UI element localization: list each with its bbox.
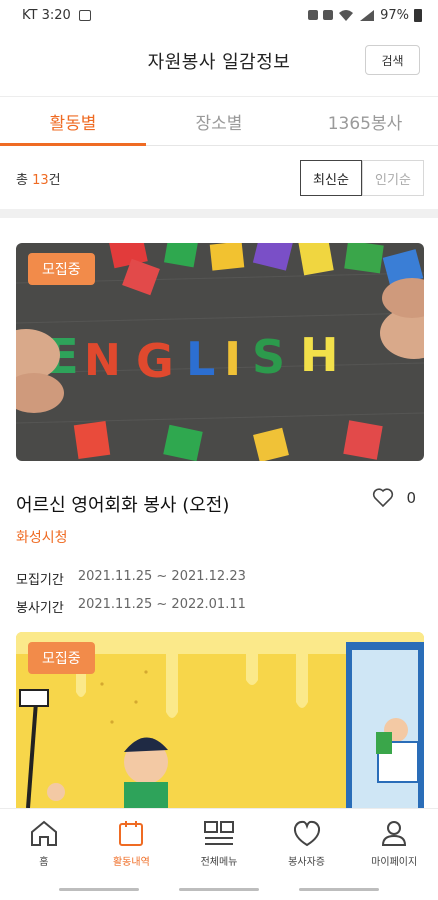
nav-all-menu-label: 전체메뉴 — [200, 857, 238, 868]
recruit-period-value: 2021.11.25 ~ 2021.12.23 — [77, 569, 246, 584]
card-title[interactable]: 어르신 영어회화 봉사 (오전) — [16, 491, 424, 517]
nav-my-page-label: 마이페이지 — [371, 857, 418, 868]
bottom-navigation: 홈 활동내역 전체메뉴 봉사자증 마이페이지 — [0, 808, 438, 878]
battery-percent: 97% — [380, 7, 409, 23]
nav-volunteer-card[interactable]: 봉사자증 — [263, 809, 351, 878]
gesture-line-left — [59, 887, 139, 891]
nav-activity-history[interactable]: 활동내역 — [88, 809, 176, 878]
calendar-icon — [119, 821, 144, 846]
page-title: 자원봉사 일감정보 — [147, 52, 291, 73]
card-periods: 모집기간 2021.11.25 ~ 2021.12.23 봉사기간 2021.1… — [16, 569, 424, 616]
search-button[interactable]: 검색 — [365, 45, 420, 75]
sort-popular-button[interactable]: 인기순 — [362, 160, 424, 196]
sort-toggle: 최신순 인기순 — [300, 160, 424, 196]
service-period-label: 봉사기간 — [16, 601, 64, 616]
nav-home[interactable]: 홈 — [0, 809, 88, 878]
section-divider — [0, 209, 438, 218]
nav-home-label: 홈 — [39, 857, 49, 868]
gallery-notification-icon — [78, 9, 91, 21]
letter-s: S — [252, 330, 285, 384]
total-number: 13 — [32, 172, 49, 188]
letter-l: L — [186, 332, 215, 386]
list-toolbar: 총 13건 최신순 인기순 — [0, 147, 438, 209]
person-icon — [382, 821, 407, 846]
card-thumbnail[interactable]: 모집중 — [16, 632, 424, 808]
system-gesture-bar — [0, 878, 438, 900]
letter-h: H — [300, 328, 339, 382]
volunteer-card[interactable]: E N G L I S H 모집중 어르신 영어회화 봉사 (오전) 화성시청 … — [16, 243, 424, 625]
mute-icon — [323, 10, 334, 20]
recruiting-badge: 모집중 — [28, 642, 95, 674]
status-right: 97% — [308, 8, 422, 23]
status-bar: KT 3:20 97% — [0, 0, 438, 30]
tab-1365[interactable]: 1365봉사 — [292, 97, 438, 145]
service-period-row: 봉사기간 2021.11.25 ~ 2022.01.11 — [16, 597, 424, 616]
status-left: KT 3:20 — [22, 8, 91, 23]
gesture-line-right — [299, 887, 379, 891]
nav-volunteer-card-label: 봉사자증 — [288, 857, 325, 868]
tab-activity[interactable]: 활동별 — [0, 97, 146, 146]
category-tabs: 활동별 장소별 1365봉사 — [0, 96, 438, 146]
service-period-value: 2021.11.25 ~ 2022.01.11 — [77, 597, 246, 612]
total-prefix: 총 — [16, 172, 33, 188]
wifi-icon — [339, 10, 354, 21]
letter-n: N — [84, 335, 121, 386]
carrier-time: KT 3:20 — [22, 7, 71, 23]
app-header: 자원봉사 일감정보 검색 — [0, 30, 438, 92]
letter-g: G — [136, 334, 174, 388]
card-thumbnail[interactable]: E N G L I S H 모집중 — [16, 243, 424, 461]
total-count: 총 13건 — [16, 169, 61, 188]
gesture-line-center[interactable] — [179, 887, 259, 891]
home-icon — [30, 820, 57, 846]
nav-activity-history-label: 활동내역 — [112, 857, 150, 868]
like-button[interactable]: 0 — [372, 488, 416, 508]
nav-my-page[interactable]: 마이페이지 — [350, 809, 438, 878]
signal-icon — [360, 10, 375, 21]
battery-icon — [414, 8, 422, 22]
card-organization: 화성시청 — [16, 530, 68, 546]
volunteer-card[interactable]: 모집중 — [16, 632, 424, 808]
total-suffix: 건 — [48, 172, 61, 188]
alarm-icon — [308, 10, 319, 20]
heart-outline-icon — [373, 488, 394, 508]
like-count: 0 — [406, 489, 416, 507]
tab-location[interactable]: 장소별 — [146, 97, 292, 145]
heart-icon — [293, 820, 320, 847]
recruiting-badge: 모집중 — [28, 253, 95, 285]
recruit-period-label: 모집기간 — [16, 573, 64, 588]
nav-all-menu[interactable]: 전체메뉴 — [175, 809, 263, 878]
letter-i: I — [224, 332, 241, 386]
sort-latest-button[interactable]: 최신순 — [300, 160, 362, 196]
recruit-period-row: 모집기간 2021.11.25 ~ 2021.12.23 — [16, 569, 424, 588]
menu-grid-icon — [203, 821, 234, 845]
